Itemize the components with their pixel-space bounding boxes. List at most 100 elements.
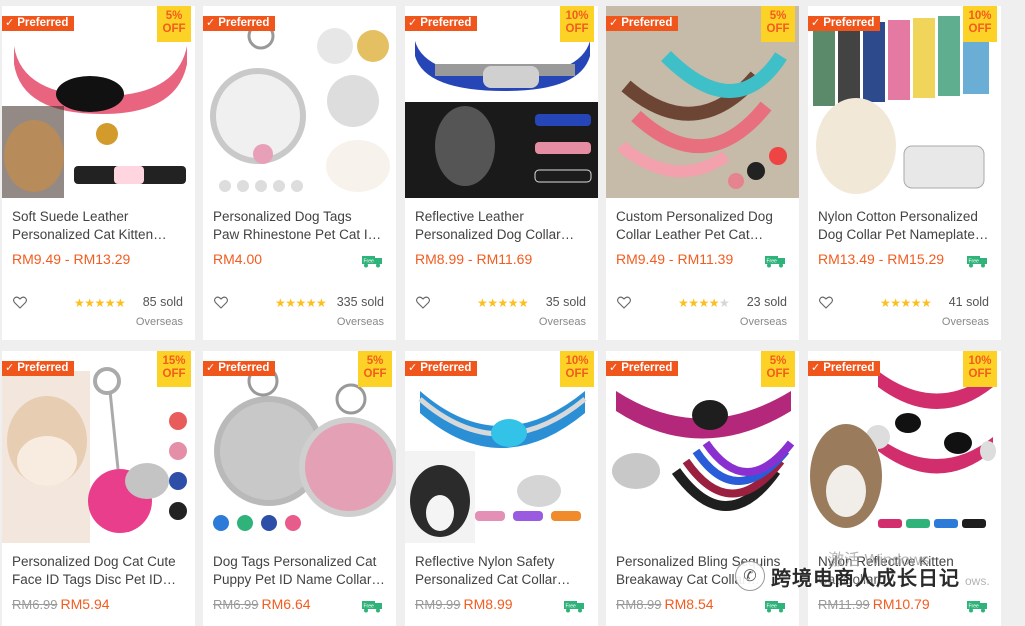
sold-count: 35 sold [545, 295, 586, 309]
rating-stars: ★★★★★ [880, 296, 932, 310]
wishlist-heart-icon[interactable] [13, 296, 27, 309]
product-card[interactable]: ✓ Preferred 10% OFF Reflective Nylon Safe… [405, 351, 598, 626]
discount-off-label: OFF [565, 23, 589, 35]
product-title-line-1[interactable]: Soft Suede Leather [12, 208, 187, 226]
product-title-line-1[interactable]: Reflective Nylon Safety [415, 553, 590, 571]
product-title[interactable]: Reflective Leather Personalized Dog Coll… [415, 208, 590, 244]
ship-location: Overseas [538, 316, 586, 328]
sold-count: 335 sold [336, 295, 384, 309]
product-grid: ✓ Preferred 5% OFF Soft Suede Leather Per… [0, 0, 1025, 626]
ship-location: Overseas [941, 316, 989, 328]
product-card[interactable]: ✓ Preferred 5% OFF Soft Suede Leather Per… [2, 6, 195, 340]
sale-price: RM5.94 [60, 596, 110, 612]
svg-text:Free: Free [364, 259, 375, 265]
discount-percent: 10% [565, 10, 589, 22]
product-card[interactable]: ✓ Preferred Personalized Dog Tags Paw Rhi… [203, 6, 396, 340]
product-image-area[interactable] [203, 6, 396, 198]
rating-stars: ★★★★★ [477, 296, 529, 310]
discount-badge: 10% OFF [560, 6, 594, 42]
product-title[interactable]: Personalized Dog Cat Cute Face ID Tags D… [12, 553, 187, 589]
product-title[interactable]: Reflective Nylon Safety Personalized Cat… [415, 553, 590, 589]
wishlist-heart-icon[interactable] [416, 296, 430, 309]
product-title-line-1[interactable]: Dog Tags Personalized Cat [213, 553, 388, 571]
preferred-badge: ✓ Preferred [808, 16, 881, 31]
wechat-logo-icon: ✆ [735, 561, 765, 591]
preferred-badge: ✓ Preferred [203, 16, 276, 31]
product-title-line-2[interactable]: Collar Leather Pet Cat… [616, 226, 791, 244]
price-to: RM15.29 [887, 251, 945, 267]
product-card[interactable]: ✓ Preferred 5% OFF Custom Personalized Do… [606, 6, 799, 340]
discount-badge: 15% OFF [157, 351, 191, 387]
product-price: RM8.99 RM8.54 [616, 596, 714, 612]
wishlist-heart-icon[interactable] [214, 296, 228, 309]
discount-percent: 10% [565, 355, 589, 367]
product-title[interactable]: Dog Tags Personalized Cat Puppy Pet ID N… [213, 553, 388, 589]
sale-price: RM4.00 [213, 251, 263, 267]
free-shipping-icon: Free [765, 601, 785, 613]
wishlist-heart-icon[interactable] [819, 296, 833, 309]
price-to: RM11.39 [677, 251, 734, 267]
product-title-line-1[interactable]: Custom Personalized Dog [616, 208, 791, 226]
rating-stars: ★★★★★ [275, 296, 327, 310]
discount-off-label: OFF [766, 368, 790, 380]
product-card[interactable]: ✓ Preferred 15% OFF Personalized Dog Cat … [2, 351, 195, 626]
price-from: RM13.49 [818, 251, 875, 267]
product-price: RM11.99 RM10.79 [818, 596, 930, 612]
svg-text:Free: Free [767, 259, 778, 265]
svg-text:Free: Free [364, 604, 375, 610]
product-title-line-2[interactable]: Dog Collar Pet Nameplate… [818, 226, 993, 244]
discount-badge: 5% OFF [761, 351, 795, 387]
sold-count: 85 sold [142, 295, 183, 309]
discount-off-label: OFF [162, 23, 186, 35]
watermark-text: 跨境电商人成长日记 [771, 567, 960, 590]
product-title-line-1[interactable]: Personalized Dog Tags [213, 208, 388, 226]
product-title-line-2[interactable]: Paw Rhinestone Pet Cat I… [213, 226, 388, 244]
discount-percent: 5% [769, 10, 787, 22]
original-price: RM6.99 [12, 597, 58, 612]
product-title-line-2[interactable]: Face ID Tags Disc Pet ID… [12, 571, 187, 589]
discount-off-label: OFF [565, 368, 589, 380]
product-card[interactable]: ✓ Preferred 10% OFF Reflective Leather Pe… [405, 6, 598, 340]
ship-location: Overseas [135, 316, 183, 328]
ship-location: Overseas [336, 316, 384, 328]
product-card[interactable]: ✓ Preferred 5% OFF Dog Tags Personalized … [203, 351, 396, 626]
product-title-line-1[interactable]: Reflective Leather [415, 208, 590, 226]
price-to: RM13.29 [73, 251, 131, 267]
product-price: RM6.99 RM6.64 [213, 596, 311, 612]
product-title[interactable]: Nylon Cotton Personalized Dog Collar Pet… [818, 208, 993, 244]
product-title[interactable]: Soft Suede Leather Personalized Cat Kitt… [12, 208, 187, 244]
free-shipping-icon: Free [765, 256, 785, 268]
product-title[interactable]: Custom Personalized Dog Collar Leather P… [616, 208, 791, 244]
product-title[interactable]: Personalized Dog Tags Paw Rhinestone Pet… [213, 208, 388, 244]
check-icon: ✓ [811, 362, 821, 374]
product-title-line-1[interactable]: Nylon Cotton Personalized [818, 208, 993, 226]
free-shipping-icon: Free [362, 601, 382, 613]
sold-count: 41 sold [948, 295, 989, 309]
sale-price: RM8.54 [664, 596, 714, 612]
discount-off-label: OFF [968, 368, 992, 380]
product-title-line-2[interactable]: Personalized Cat Collar… [415, 571, 590, 589]
svg-text:Free: Free [767, 604, 778, 610]
price-from: RM9.49 [12, 251, 62, 267]
check-icon: ✓ [5, 362, 15, 374]
product-price: RM6.99 RM5.94 [12, 596, 110, 612]
wishlist-heart-icon[interactable] [617, 296, 631, 309]
price-from: RM9.49 [616, 251, 666, 267]
discount-badge: 5% OFF [761, 6, 795, 42]
product-title-line-2[interactable]: Personalized Cat Kitten… [12, 226, 187, 244]
discount-percent: 5% [165, 10, 183, 22]
original-price: RM11.99 [818, 597, 870, 612]
svg-text:Free: Free [969, 259, 980, 265]
free-shipping-icon: Free [564, 601, 584, 613]
svg-text:Free: Free [969, 604, 980, 610]
product-image [203, 6, 396, 198]
product-price: RM8.99 - RM11.69 [415, 251, 533, 267]
original-price: RM9.99 [415, 597, 461, 612]
product-price: RM4.00 [213, 251, 262, 267]
preferred-badge: ✓ Preferred [2, 16, 75, 31]
product-title-line-2[interactable]: Puppy Pet ID Name Collar… [213, 571, 388, 589]
product-card[interactable]: ✓ Preferred 10% OFF Nylon Cotton Personal… [808, 6, 1001, 340]
product-title-line-2[interactable]: Personalized Dog Collar… [415, 226, 590, 244]
product-title-line-1[interactable]: Personalized Dog Cat Cute [12, 553, 187, 571]
discount-percent: 5% [769, 355, 787, 367]
